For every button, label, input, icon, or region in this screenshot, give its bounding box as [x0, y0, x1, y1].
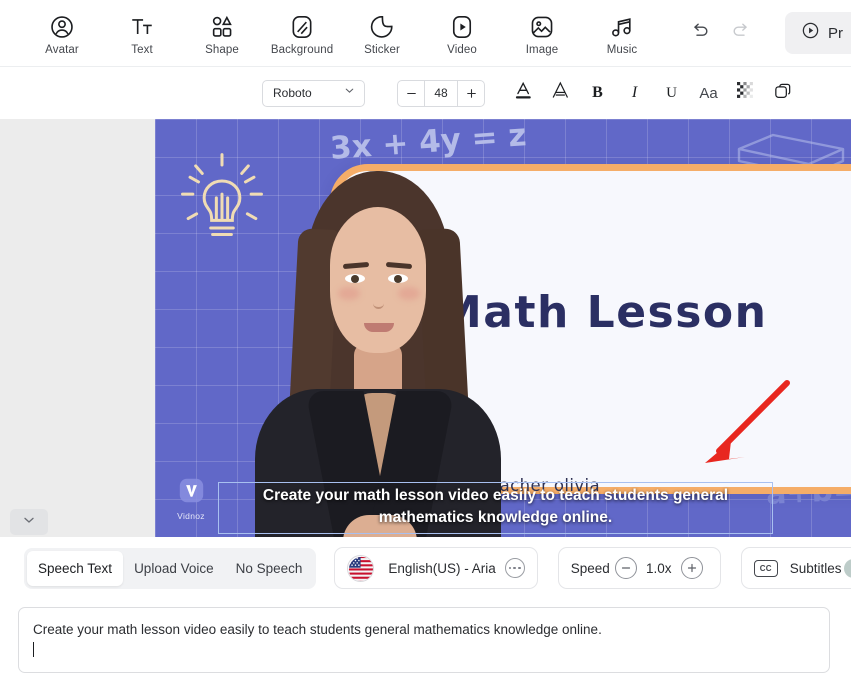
- voice-label: English(US) - Aria: [388, 560, 496, 576]
- toolbar-item-background[interactable]: Background: [262, 10, 342, 56]
- subtitles-label: Subtitles: [789, 560, 842, 576]
- speech-control-bar: Speech Text Upload Voice No Speech Engli…: [0, 537, 851, 599]
- preview-button[interactable]: Pr: [785, 12, 851, 54]
- video-slide[interactable]: 3x + 4y = z x - y = z a+b=3 Math Lesson …: [155, 119, 851, 537]
- toolbar-item-label: Shape: [205, 44, 239, 56]
- preview-label: Pr: [828, 24, 843, 42]
- font-family-select[interactable]: Roboto: [262, 79, 365, 107]
- chevron-down-icon: [343, 84, 356, 102]
- sticker-icon: [369, 14, 395, 40]
- undo-button[interactable]: [686, 19, 714, 47]
- vidnoz-label: Vidnoz: [177, 511, 205, 521]
- bold-button[interactable]: B: [579, 78, 616, 108]
- underline-button[interactable]: U: [653, 78, 690, 108]
- speed-label: Speed: [570, 560, 610, 576]
- speed-value: 1.0x: [646, 560, 672, 576]
- speed-increase-button[interactable]: [680, 557, 703, 579]
- italic-label: I: [631, 84, 638, 101]
- text-caret: [33, 642, 34, 657]
- background-icon: [289, 14, 315, 40]
- font-size-stepper: 48: [397, 79, 485, 107]
- music-icon: [609, 14, 635, 40]
- text-outline-button[interactable]: [542, 78, 579, 108]
- collapse-panel-button[interactable]: [10, 509, 48, 535]
- avatar-icon: [49, 14, 75, 40]
- vidnoz-logo-icon: [178, 477, 205, 509]
- format-icon-group: B I U Aa: [505, 78, 801, 108]
- redo-icon: [730, 20, 751, 46]
- more-options-icon[interactable]: [504, 558, 525, 578]
- top-toolbar: Avatar Text Shape Background Sticker Vid…: [0, 0, 851, 67]
- chevron-down-icon: [21, 512, 37, 533]
- image-icon: [529, 14, 555, 40]
- toolbar-item-sticker[interactable]: Sticker: [342, 10, 422, 56]
- vidnoz-watermark: Vidnoz: [169, 477, 213, 521]
- undo-redo-group: [686, 19, 754, 47]
- layer-button[interactable]: [764, 78, 801, 108]
- underline-label: U: [666, 84, 677, 101]
- text-icon: [129, 14, 155, 40]
- italic-button[interactable]: I: [616, 78, 653, 108]
- toolbar-item-avatar[interactable]: Avatar: [22, 10, 102, 56]
- preview-play-icon: [801, 21, 820, 45]
- speed-decrease-button[interactable]: [614, 557, 637, 579]
- text-color-button[interactable]: [505, 78, 542, 108]
- shape-icon: [209, 14, 235, 40]
- tab-upload-voice[interactable]: Upload Voice: [123, 551, 225, 586]
- layer-icon: [773, 81, 793, 106]
- toolbar-item-music[interactable]: Music: [582, 10, 662, 56]
- toolbar-item-text[interactable]: Text: [102, 10, 182, 56]
- bold-label: B: [592, 84, 603, 101]
- red-arrow-annotation-icon: [683, 377, 793, 487]
- toolbar-item-label: Background: [270, 44, 334, 56]
- script-textarea[interactable]: Create your math lesson video easily to …: [18, 607, 830, 673]
- toolbar-item-label: Text: [131, 44, 153, 56]
- text-outline-icon: [550, 80, 571, 106]
- opacity-icon: [737, 82, 754, 104]
- redo-button[interactable]: [726, 19, 754, 47]
- speed-control: Speed 1.0x: [557, 547, 721, 589]
- font-family-value: Roboto: [273, 86, 312, 100]
- toolbar-item-label: Video: [447, 44, 477, 56]
- voice-selector[interactable]: English(US) - Aria: [334, 547, 538, 589]
- script-text-value: Create your math lesson video easily to …: [33, 622, 602, 637]
- closed-caption-icon: CC: [753, 559, 778, 577]
- toolbar-item-shape[interactable]: Shape: [182, 10, 262, 56]
- toolbar-item-video[interactable]: Video: [422, 10, 502, 56]
- toolbar-item-image[interactable]: Image: [502, 10, 582, 56]
- undo-icon: [690, 20, 711, 46]
- video-icon: [449, 14, 475, 40]
- toolbar-item-label: Avatar: [45, 44, 79, 56]
- font-size-increase-button[interactable]: [458, 81, 484, 106]
- subtitles-control: CC Subtitles: [740, 547, 851, 589]
- font-size-input[interactable]: 48: [424, 80, 458, 106]
- text-format-toolbar: Roboto 48 B I U Aa: [0, 67, 851, 119]
- tab-speech-text[interactable]: Speech Text: [27, 550, 124, 586]
- case-label: Aa: [699, 84, 718, 102]
- opacity-button[interactable]: [727, 78, 764, 108]
- toolbar-items: Avatar Text Shape Background Sticker Vid…: [22, 10, 662, 56]
- toolbar-item-label: Image: [525, 44, 559, 56]
- subtitle-overlay-text: Create your math lesson video easily to …: [262, 487, 729, 526]
- speech-mode-tabs: Speech Text Upload Voice No Speech: [24, 547, 317, 589]
- toolbar-item-label: Sticker: [364, 44, 400, 56]
- subtitles-toggle[interactable]: [843, 558, 851, 578]
- canvas-area: 3x + 4y = z x - y = z a+b=3 Math Lesson …: [0, 119, 851, 537]
- video-editor-app: Avatar Text Shape Background Sticker Vid…: [0, 0, 851, 679]
- letter-case-button[interactable]: Aa: [690, 78, 727, 108]
- text-color-icon: [513, 80, 534, 106]
- us-flag-icon: [347, 554, 375, 582]
- tab-no-speech[interactable]: No Speech: [225, 551, 314, 586]
- font-size-decrease-button[interactable]: [398, 81, 424, 106]
- toolbar-item-label: Music: [606, 44, 638, 56]
